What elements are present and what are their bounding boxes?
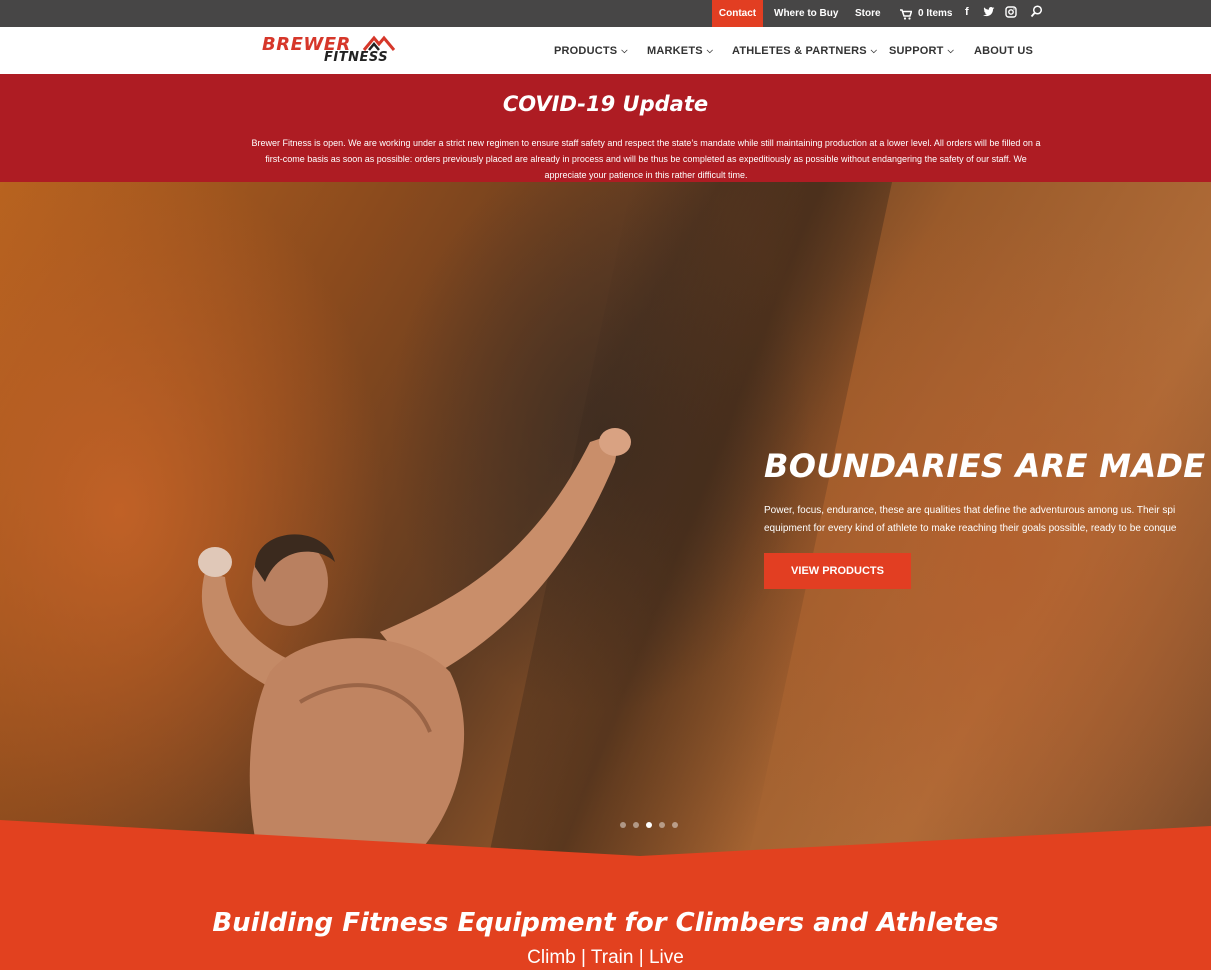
nav-markets[interactable]: MARKETS ⌵ — [647, 27, 713, 74]
instagram-icon[interactable] — [1005, 6, 1017, 21]
site-header: BREWER FITNESS PRODUCTS ⌵ MARKETS ⌵ ATHLET… — [0, 27, 1211, 74]
where-to-buy-link[interactable]: Where to Buy — [774, 0, 838, 27]
chevron-down-icon: ⌵ — [706, 45, 714, 55]
top-utility-bar: Contact Where to Buy Store 0 Items f — [0, 0, 1211, 27]
chevron-down-icon: ⌵ — [870, 45, 878, 55]
nav-athletes-partners[interactable]: ATHLETES & PARTNERS ⌵ — [732, 27, 877, 74]
covid-banner: COVID-19 Update Brewer Fitness is open. … — [0, 74, 1211, 182]
cart-items-link[interactable]: 0 Items — [918, 0, 952, 27]
covid-body: Brewer Fitness is open. We are working u… — [251, 138, 1041, 180]
hero-slider: BOUNDARIES ARE MADE TO Power, focus, end… — [0, 182, 1211, 860]
view-products-button[interactable]: VIEW PRODUCTS — [764, 553, 911, 589]
nav-about-us[interactable]: ABOUT US — [974, 27, 1033, 74]
hero-headline: BOUNDARIES ARE MADE TO — [764, 447, 1211, 485]
section-tagline: Climb | Train | Live — [527, 947, 684, 968]
store-link[interactable]: Store — [855, 0, 881, 27]
nav-support[interactable]: SUPPORT ⌵ — [889, 27, 954, 74]
logo-word-fitness: FITNESS — [324, 50, 389, 65]
nav-products[interactable]: PRODUCTS ⌵ — [554, 27, 628, 74]
chevron-down-icon: ⌵ — [621, 45, 628, 55]
cart-icon[interactable] — [900, 7, 913, 25]
contact-link[interactable]: Contact — [712, 0, 763, 27]
section-title: Building Fitness Equipment for Climbers … — [212, 908, 999, 938]
search-icon[interactable] — [1030, 5, 1043, 21]
mountain-logo-icon — [362, 35, 396, 51]
brewer-fitness-logo[interactable]: BREWER FITNESS — [262, 34, 397, 68]
hero-subtext: Power, focus, endurance, these are quali… — [764, 505, 1177, 534]
facebook-icon[interactable]: f — [965, 6, 969, 18]
intro-section: Building Fitness Equipment for Climbers … — [0, 860, 1211, 970]
climber-image — [198, 428, 631, 860]
covid-title: COVID-19 Update — [502, 92, 709, 116]
chevron-down-icon: ⌵ — [947, 45, 954, 55]
twitter-icon[interactable] — [983, 7, 995, 20]
